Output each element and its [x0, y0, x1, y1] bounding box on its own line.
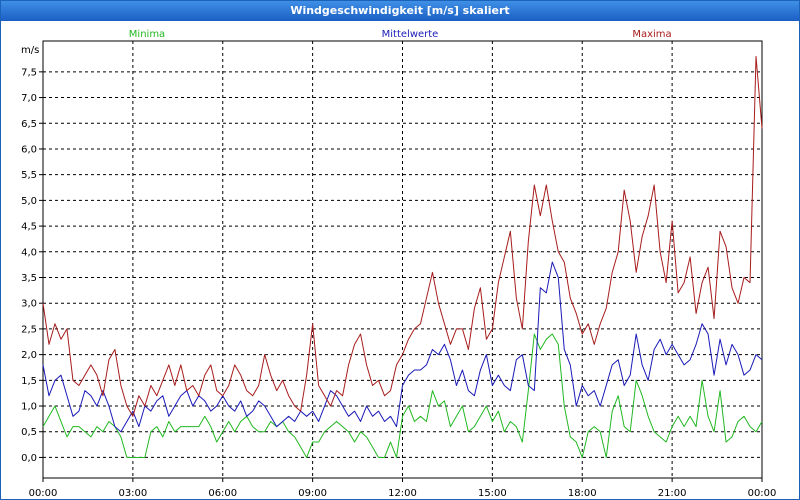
y-tick-label: 0,5 — [21, 427, 37, 438]
y-tick-label: 2,0 — [21, 350, 37, 361]
y-tick-label: 0,0 — [21, 453, 37, 464]
y-tick-label: 3,5 — [21, 273, 37, 284]
y-tick-label: 7,0 — [21, 93, 37, 104]
y-tick-label: 5,5 — [21, 170, 37, 181]
x-tick-time-label: 09:00 — [298, 488, 327, 499]
y-tick-label: 4,5 — [21, 222, 37, 233]
series-line-maxima — [42, 55, 763, 417]
y-axis-label: m/s — [21, 45, 39, 56]
y-tick-label: 5,0 — [21, 196, 37, 207]
window-title: Windgeschwindigkeit [m/s] skaliert — [1, 1, 799, 21]
x-tick-time-label: 12:00 — [388, 488, 417, 499]
y-tick-label: 1,5 — [21, 376, 37, 387]
x-tick-time-label: 21:00 — [658, 488, 687, 499]
x-tick-time-label: 18:00 — [568, 488, 597, 499]
y-tick-label: 2,5 — [21, 324, 37, 335]
legend-mittelwerte: Mittelwerte — [382, 29, 439, 40]
y-tick-label: 6,5 — [21, 119, 37, 130]
x-tick-time-label: 03:00 — [118, 488, 147, 499]
x-tick-time-label: 15:00 — [478, 488, 507, 499]
x-tick-time-label: 06:00 — [208, 488, 237, 499]
y-tick-label: 7,5 — [21, 67, 37, 78]
line-chart: m/s Minima Mittelwerte Maxima 0,0 0,5 1,0 1… — [21, 29, 777, 499]
y-tick-label: 4,0 — [21, 247, 37, 258]
legend-maxima: Maxima — [632, 29, 671, 40]
y-tick-label: 3,0 — [21, 299, 37, 310]
y-tick-label: 6,0 — [21, 144, 37, 155]
y-tick-label: 1,0 — [21, 402, 37, 413]
x-tick-time-label: 00:00 — [748, 488, 777, 499]
chart-window: Windgeschwindigkeit [m/s] skaliert m/s M… — [0, 0, 800, 500]
x-tick-time-label: 00:00 — [29, 488, 58, 499]
legend-minima: Minima — [129, 29, 165, 40]
